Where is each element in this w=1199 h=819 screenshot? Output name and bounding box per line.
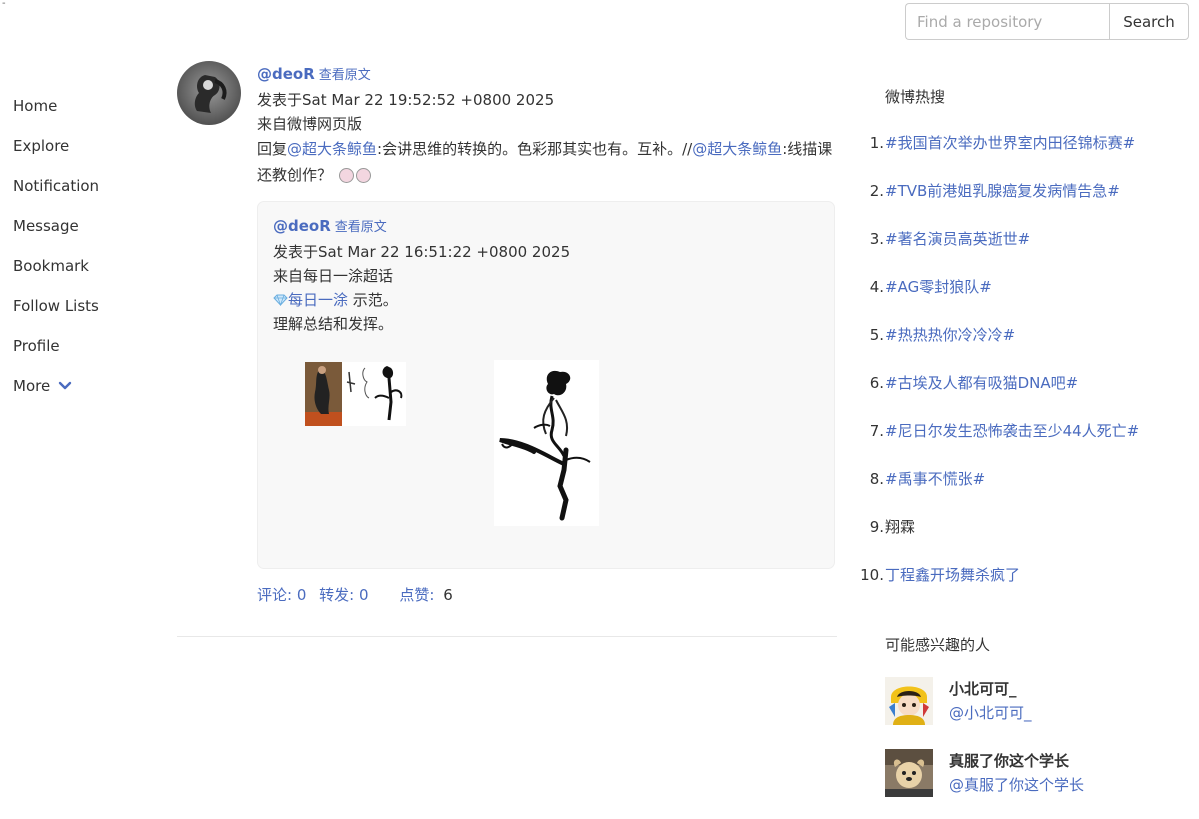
hot-search-item: 2. #TVB前港姐乳腺癌复发病情告急# [852, 179, 1192, 227]
post-image-thumbnail[interactable] [305, 362, 406, 426]
comments-count[interactable]: 0 [297, 586, 307, 604]
hot-search-item: 1. #我国首次举办世界室内田径锦标赛# [852, 131, 1192, 179]
post-image-full[interactable] [494, 360, 599, 526]
nav-item-label: Profile [13, 337, 60, 355]
likes-link[interactable]: 点赞: [399, 586, 434, 604]
hot-search-link[interactable]: #我国首次举办世界室内田径锦标赛# [885, 131, 1135, 179]
suggested-person[interactable]: 真服了你这个学长 @真服了你这个学长 [885, 749, 1185, 799]
nav-item-label: Explore [13, 137, 70, 155]
hot-search-item: 10. 丁程鑫开场舞杀疯了 [852, 563, 1192, 611]
quoted-body: 理解总结和发挥。 [273, 315, 394, 333]
nav-item-bookmark[interactable]: Bookmark [13, 246, 163, 286]
hot-search-rank: 7. [869, 422, 884, 440]
comments-link[interactable]: 评论: [257, 586, 292, 604]
nav-item-follow-lists[interactable]: Follow Lists [13, 286, 163, 326]
avatar[interactable] [885, 677, 933, 725]
hot-search-rank: 4. [869, 278, 884, 296]
left-navigation: Home Explore Notification Message Bookma… [13, 86, 163, 406]
hot-search-rank: 8. [869, 470, 884, 488]
hot-search-item: 3. #著名演员高英逝世# [852, 227, 1192, 275]
person-handle[interactable]: @真服了你这个学长 [949, 773, 1084, 797]
emoji-icon [338, 168, 354, 183]
chevron-down-icon [58, 381, 72, 391]
suggested-person[interactable]: 小北可可_ @小北可可_ [885, 677, 1185, 727]
avatar[interactable] [885, 749, 933, 797]
nav-item-label: Bookmark [13, 257, 89, 275]
hot-search-link[interactable]: 翔霖 [885, 515, 915, 563]
hot-search-rank: 6. [869, 374, 884, 392]
nav-item-label: Follow Lists [13, 297, 99, 315]
post-text-prefix: 回复 [257, 140, 288, 158]
post-body: @deoR 查看原文 发表于Sat Mar 22 19:52:52 +0800 2… [257, 62, 837, 607]
hot-search-item: 7. #尼日尔发生恐怖袭击至少44人死亡# [852, 419, 1192, 467]
quoted-source: 来自每日一涂超话 [273, 267, 394, 285]
post-source: 来自微博网页版 [257, 115, 363, 133]
nav-item-label: More [13, 377, 51, 395]
post-stats: 评论: 0 转发: 0 点赞: 6 [257, 583, 837, 607]
hot-search-link[interactable]: #著名演员高英逝世# [885, 227, 1030, 275]
post-text-middle: :会讲思维的转换的。色彩那其实也有。互补。// [377, 140, 693, 158]
nav-item-home[interactable]: Home [13, 86, 163, 126]
post-username[interactable]: @deoR [257, 65, 315, 83]
diamond-icon [273, 289, 288, 307]
nav-item-profile[interactable]: Profile [13, 326, 163, 366]
hot-search-link[interactable]: #AG零封狼队# [885, 275, 992, 323]
hot-search-rank: 9. [869, 518, 884, 536]
hot-search-link[interactable]: 丁程鑫开场舞杀疯了 [885, 563, 1020, 611]
hot-search-title: 微博热搜 [885, 88, 946, 106]
hot-search-rank: 3. [869, 230, 884, 248]
hot-search-item: 4. #AG零封狼队# [852, 275, 1192, 323]
reposts-link[interactable]: 转发: [319, 586, 354, 604]
post-text: 回复@超大条鲸鱼:会讲思维的转换的。色彩那其实也有。互补。//@超大条鲸鱼:线描… [257, 136, 837, 188]
hot-search-item: 8. #禹事不慌张# [852, 467, 1192, 515]
hot-search-item: 6. #古埃及人都有吸猫DNA吧# [852, 371, 1192, 419]
topic-suffix: 示范。 [348, 291, 398, 309]
hot-search-item: 9. 翔霖 [852, 515, 1192, 563]
quoted-username[interactable]: @deoR [273, 217, 331, 235]
corner-mark: - [2, 0, 6, 9]
reposts-count[interactable]: 0 [359, 586, 369, 604]
quoted-timestamp: 发表于Sat Mar 22 16:51:22 +0800 2025 [273, 243, 571, 261]
nav-item-label: Message [13, 217, 79, 235]
nav-item-message[interactable]: Message [13, 206, 163, 246]
mention-link[interactable]: @超大条鲸鱼 [287, 140, 377, 158]
hot-search-rank: 10. [860, 566, 884, 584]
emoji-icon [355, 168, 371, 183]
hot-search-rank: 2. [869, 182, 884, 200]
mention-link[interactable]: @超大条鲸鱼 [692, 140, 782, 158]
hot-search-list: 1. #我国首次举办世界室内田径锦标赛# 2. #TVB前港姐乳腺癌复发病情告急# … [852, 131, 1192, 611]
hot-search-link[interactable]: #禹事不慌张# [885, 467, 985, 515]
hot-search-rank: 1. [869, 134, 884, 152]
quoted-post: @deoR 查看原文 发表于Sat Mar 22 16:51:22 +0800 2… [257, 201, 835, 569]
suggested-people-title: 可能感兴趣的人 [885, 636, 991, 654]
avatar[interactable] [177, 61, 241, 125]
repository-search-input[interactable] [905, 3, 1109, 40]
hot-search-link[interactable]: #古埃及人都有吸猫DNA吧# [885, 371, 1078, 419]
person-name[interactable]: 小北可可_ [949, 677, 1017, 701]
nav-item-more[interactable]: More [13, 366, 163, 406]
repository-search: Search [905, 3, 1189, 40]
nav-item-label: Notification [13, 177, 100, 195]
hot-search-rank: 5. [869, 326, 884, 344]
nav-item-explore[interactable]: Explore [13, 126, 163, 166]
post-timestamp: 发表于Sat Mar 22 19:52:52 +0800 2025 [257, 91, 555, 109]
nav-item-label: Home [13, 97, 58, 115]
quoted-view-original-link[interactable]: 查看原文 [335, 220, 387, 235]
hot-search-item: 5. #热热热你冷冷冷# [852, 323, 1192, 371]
likes-count: 6 [443, 586, 453, 604]
search-button[interactable]: Search [1109, 3, 1189, 40]
hot-search-link[interactable]: #尼日尔发生恐怖袭击至少44人死亡# [885, 419, 1139, 467]
hot-search-link[interactable]: #TVB前港姐乳腺癌复发病情告急# [885, 179, 1120, 227]
hot-search-link[interactable]: #热热热你冷冷冷# [885, 323, 1015, 371]
nav-item-notification[interactable]: Notification [13, 166, 163, 206]
person-name[interactable]: 真服了你这个学长 [949, 749, 1069, 773]
view-original-link[interactable]: 查看原文 [319, 68, 371, 83]
feed-divider [177, 636, 837, 637]
person-handle[interactable]: @小北可可_ [949, 701, 1032, 725]
topic-link[interactable]: 每日一涂 [288, 291, 348, 309]
